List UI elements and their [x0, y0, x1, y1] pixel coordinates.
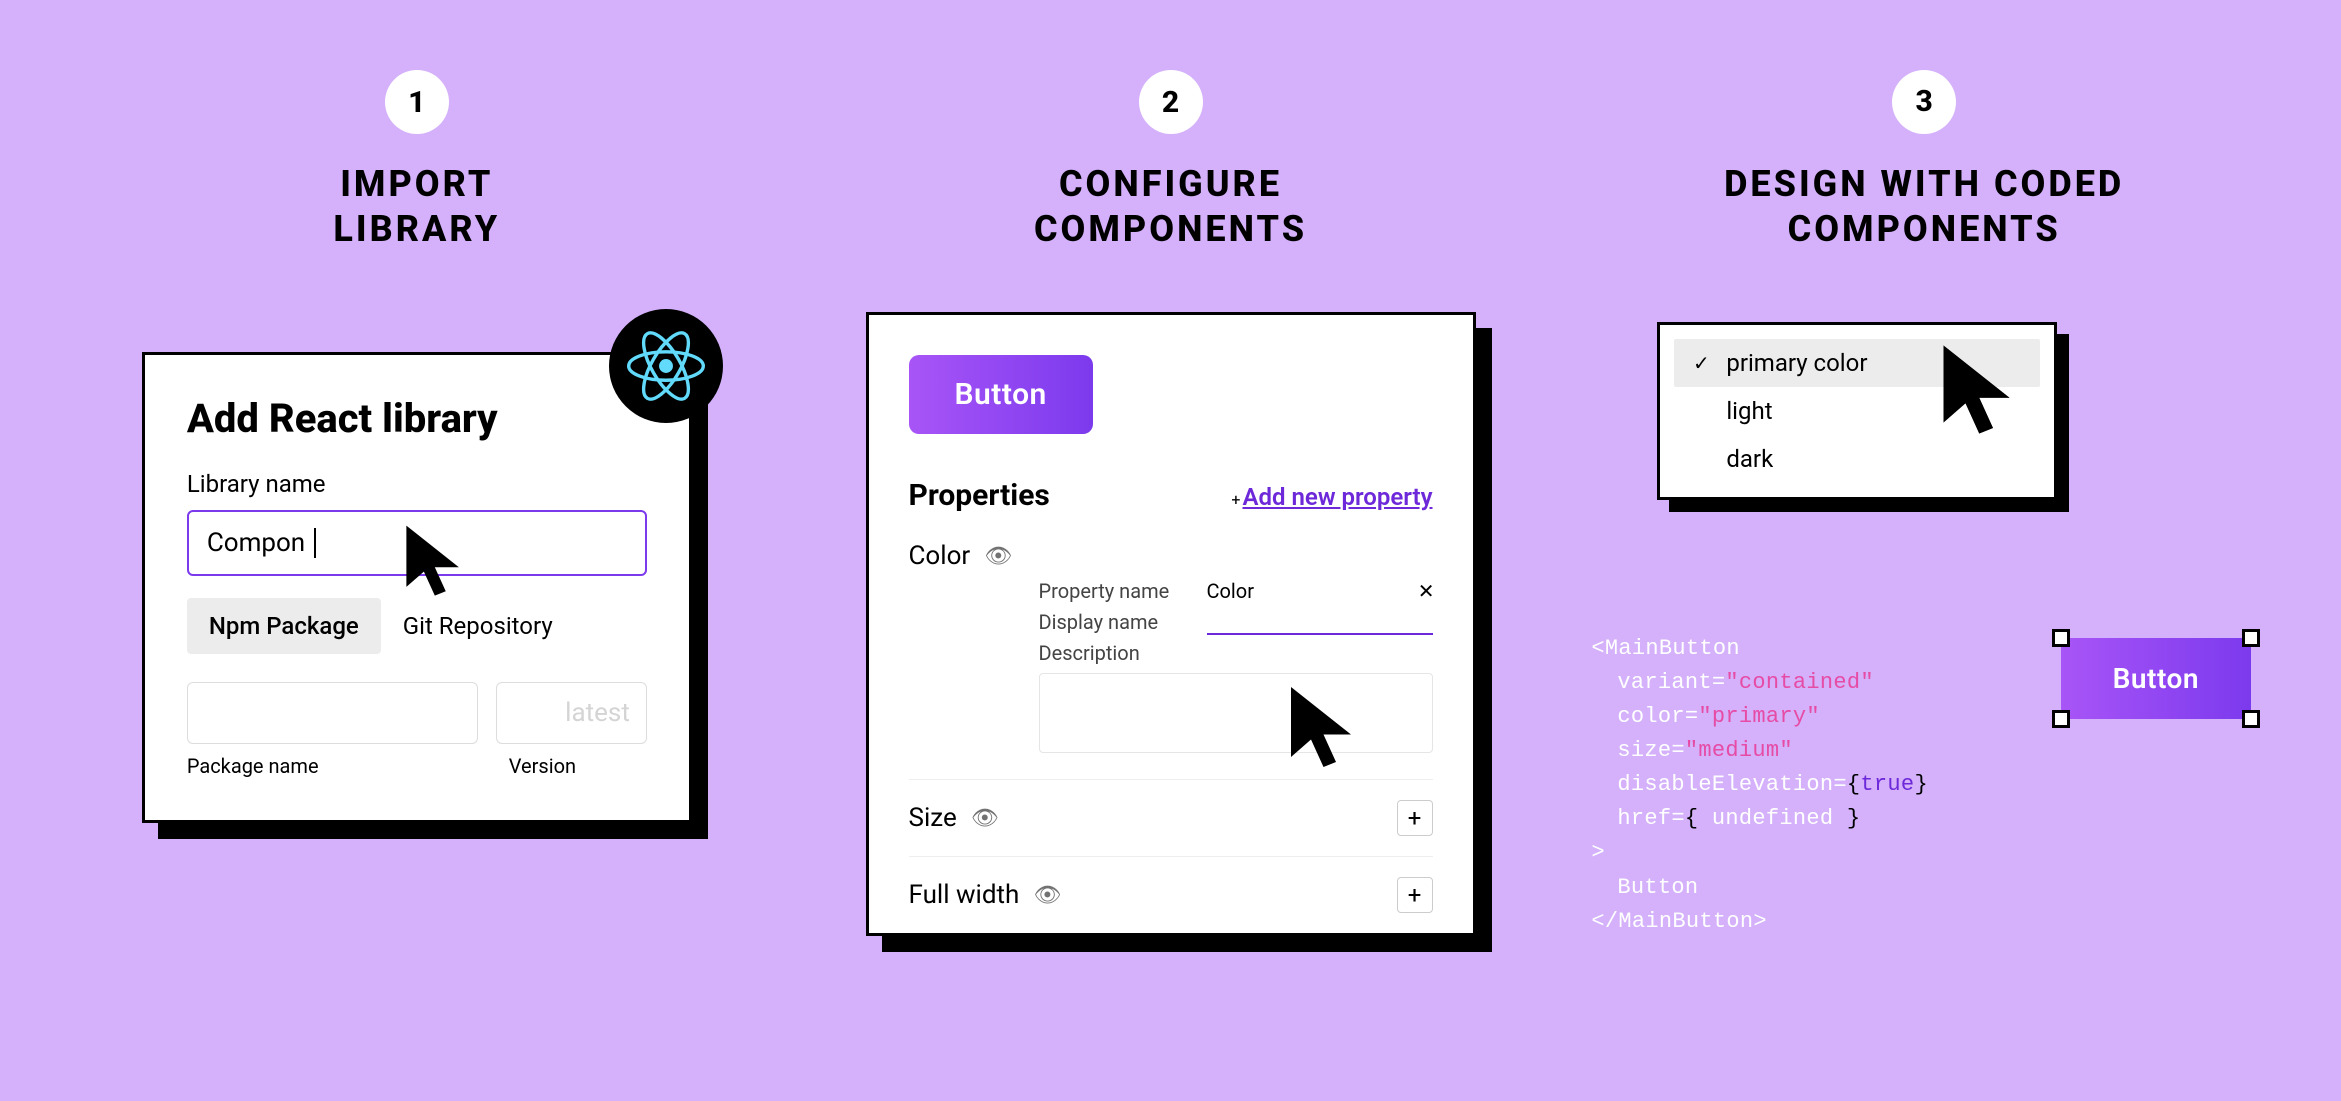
- resize-handle[interactable]: [2052, 629, 2070, 647]
- resize-handle[interactable]: [2242, 629, 2260, 647]
- tab-git-repository[interactable]: Git Repository: [381, 598, 575, 654]
- display-name-label: Display name: [1039, 610, 1189, 634]
- code-preview: <MainButton variant="contained" color="p…: [1591, 632, 1928, 939]
- dropdown-option-label: dark: [1726, 445, 1773, 473]
- step-badge-1: 1: [385, 70, 449, 134]
- expand-button[interactable]: +: [1397, 800, 1433, 836]
- library-name-input[interactable]: Compon: [187, 510, 647, 576]
- expand-button[interactable]: +: [1397, 877, 1433, 913]
- property-name-label: Property name: [1039, 579, 1189, 603]
- display-name-input[interactable]: [1207, 609, 1433, 635]
- design-button-label: Button: [2113, 662, 2199, 695]
- react-icon: [609, 309, 723, 423]
- version-input[interactable]: latest: [496, 682, 647, 744]
- step-2: 2 CONFIGURECOMPONENTS Button Properties …: [834, 70, 1508, 1031]
- visibility-icon[interactable]: 👁: [971, 806, 999, 831]
- import-card: Add React library Library name Compon Np…: [142, 352, 692, 823]
- check-icon: ✓: [1690, 351, 1712, 375]
- dropdown-option-label: light: [1726, 397, 1772, 425]
- step-badge-3: 3: [1892, 70, 1956, 134]
- text-caret: [307, 528, 315, 558]
- version-placeholder: latest: [565, 698, 630, 728]
- property-size-label: Size: [909, 803, 957, 833]
- step-title-3: DESIGN WITH CODEDCOMPONENTS: [1724, 162, 2124, 252]
- property-name-input[interactable]: Color: [1207, 579, 1433, 603]
- step-title-2: CONFIGURECOMPONENTS: [1034, 162, 1307, 252]
- version-label: Version: [509, 754, 647, 778]
- library-name-value: Compon: [207, 528, 305, 558]
- property-color: Color 👁 Property name Color ✕ Display na…: [909, 537, 1433, 779]
- step-title-1: IMPORTLIBRARY: [333, 162, 500, 252]
- package-name-label: Package name: [187, 754, 491, 778]
- property-size[interactable]: Size 👁 +: [909, 780, 1433, 856]
- dropdown-option[interactable]: dark: [1674, 435, 2040, 483]
- property-color-name: Color: [909, 541, 971, 571]
- design-canvas-button[interactable]: Button: [2061, 638, 2251, 719]
- dropdown-option[interactable]: light: [1674, 387, 2040, 435]
- property-full-width[interactable]: Full width 👁 +: [909, 857, 1433, 933]
- step-1: 1 IMPORTLIBRARY Add React library Librar…: [80, 70, 754, 1031]
- description-label: Description: [1039, 641, 1189, 665]
- dropdown-option-label: primary color: [1726, 349, 1867, 377]
- visibility-icon[interactable]: 👁: [984, 544, 1012, 569]
- library-name-label: Library name: [187, 470, 647, 498]
- property-fullwidth-label: Full width: [909, 880, 1020, 910]
- step-3: 3 DESIGN WITH CODEDCOMPONENTS ✓ primary c…: [1587, 70, 2261, 1031]
- dropdown-option[interactable]: ✓ primary color: [1674, 339, 2040, 387]
- resize-handle[interactable]: [2242, 710, 2260, 728]
- properties-heading: Properties: [909, 478, 1050, 513]
- resize-handle[interactable]: [2052, 710, 2070, 728]
- color-dropdown[interactable]: ✓ primary color light dark: [1657, 322, 2057, 500]
- step-badge-2: 2: [1139, 70, 1203, 134]
- import-heading: Add React library: [187, 395, 647, 442]
- preview-button[interactable]: Button: [909, 355, 1093, 434]
- add-property-link[interactable]: + Add new property: [1231, 483, 1432, 511]
- source-tabs: Npm Package Git Repository: [187, 598, 647, 654]
- tab-npm-package[interactable]: Npm Package: [187, 598, 381, 654]
- package-name-input[interactable]: [187, 682, 478, 744]
- clear-icon[interactable]: ✕: [1418, 579, 1435, 603]
- visibility-icon[interactable]: 👁: [1033, 883, 1061, 908]
- configure-card: Button Properties + Add new property Col…: [866, 312, 1476, 936]
- description-input[interactable]: [1039, 673, 1433, 753]
